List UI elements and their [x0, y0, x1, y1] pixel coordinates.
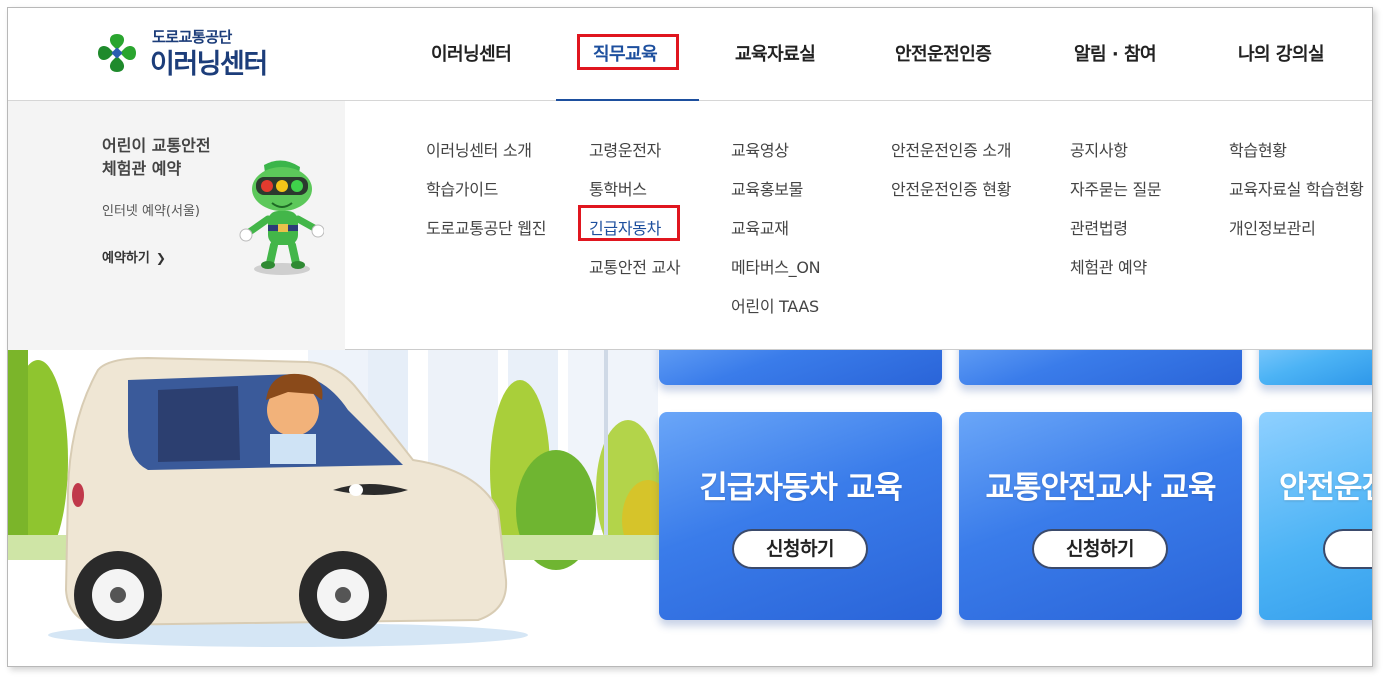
menu-item-traffic-safety-teacher[interactable]: 교통안전 교사 — [589, 254, 681, 293]
highlight-box-emergency-vehicle — [578, 205, 680, 241]
menu-item-guide[interactable]: 학습가이드 — [426, 176, 546, 215]
menu-item-video[interactable]: 교육영상 — [731, 137, 820, 176]
site-logo[interactable]: 도로교통공단 이러닝센터 — [94, 26, 294, 80]
menu-col-certification: 안전운전인증 소개 안전운전인증 현황 — [891, 137, 1011, 215]
menu-item-textbook[interactable]: 교육교재 — [731, 215, 820, 254]
card-title: 교통안전교사 교육 — [985, 470, 1217, 506]
car-illustration — [8, 350, 668, 666]
menu-item-privacy[interactable]: 개인정보관리 — [1229, 215, 1364, 254]
card-traffic-safety-teacher: 교통안전교사 교육 신청하기 — [959, 412, 1242, 620]
gnb-my-classroom[interactable]: 나의 강의실 — [1238, 40, 1325, 66]
card-top-3 — [1259, 350, 1372, 385]
apply-button[interactable]: 자 — [1323, 529, 1372, 569]
logo-site-name: 이러닝센터 — [150, 49, 268, 80]
menu-item-intro[interactable]: 이러닝센터 소개 — [426, 137, 546, 176]
apply-button[interactable]: 신청하기 — [732, 529, 868, 569]
browser-viewport: 도로교통공단 이러닝센터 이러닝센터 직무교육 교육자료실 안전운전인증 알림 … — [7, 7, 1373, 667]
traffic-light-mascot-icon — [239, 160, 324, 275]
chevron-right-icon: ❯ — [155, 251, 166, 265]
card-top-1 — [659, 350, 942, 385]
menu-item-kids-taas[interactable]: 어린이 TAAS — [731, 293, 820, 332]
menu-item-metaverse[interactable]: 메타버스_ON — [731, 254, 821, 293]
menu-item-promo-materials[interactable]: 교육홍보물 — [731, 176, 820, 215]
apply-button[interactable]: 신청하기 — [1032, 529, 1168, 569]
menu-item-cert-status[interactable]: 안전운전인증 현황 — [891, 176, 1011, 215]
gnb-safe-driving-cert[interactable]: 안전운전인증 — [895, 40, 992, 66]
menu-item-faq[interactable]: 자주묻는 질문 — [1070, 176, 1162, 215]
menu-item-laws[interactable]: 관련법령 — [1070, 215, 1161, 254]
menu-item-learning-status[interactable]: 학습현황 — [1229, 137, 1364, 176]
card-top-2 — [959, 350, 1242, 385]
card-safe-driving: 안전운전 자 — [1259, 412, 1372, 620]
menu-item-webzine[interactable]: 도로교통공단 웹진 — [426, 215, 546, 254]
reserve-link-label: 예약하기 — [102, 251, 150, 266]
gnb-education-materials[interactable]: 교육자료실 — [735, 40, 816, 66]
highlight-box-job-training — [577, 34, 679, 70]
menu-col-materials: 교육영상 교육홍보물 교육교재 메타버스_ON 어린이 TAAS — [731, 137, 821, 332]
menu-col-notice: 공지사항 자주묻는 질문 관련법령 체험관 예약 — [1070, 137, 1162, 293]
gnb-notice-participation[interactable]: 알림 · 참여 — [1074, 40, 1157, 66]
menu-item-elderly-driver[interactable]: 고령운전자 — [589, 137, 680, 176]
card-emergency-vehicle: 긴급자동차 교육 신청하기 — [659, 412, 942, 620]
promo-box: 어린이 교통안전 체험관 예약 인터넷 예약(서울) 예약하기 ❯ — [8, 101, 345, 350]
promo-title: 어린이 교통안전 체험관 예약 — [102, 136, 211, 178]
menu-col-elearning: 이러닝센터 소개 학습가이드 도로교통공단 웹진 — [426, 137, 546, 254]
hero-banner: 긴급자동차 교육 신청하기 교통안전교사 교육 신청하기 안전운전 자 — [8, 350, 1372, 666]
mega-menu-panel: 어린이 교통안전 체험관 예약 인터넷 예약(서울) 예약하기 ❯ 이러닝센터 … — [8, 101, 1372, 350]
logo-clover-icon — [98, 34, 136, 72]
site-header: 도로교통공단 이러닝센터 이러닝센터 직무교육 교육자료실 안전운전인증 알림 … — [8, 8, 1372, 101]
reserve-link[interactable]: 예약하기 ❯ — [102, 247, 166, 266]
card-title: 안전운전 — [1279, 470, 1372, 506]
gnb-elearning-center[interactable]: 이러닝센터 — [431, 40, 512, 66]
menu-item-material-learning-status[interactable]: 교육자료실 학습현황 — [1229, 176, 1364, 215]
menu-item-experience-reservation[interactable]: 체험관 예약 — [1070, 254, 1161, 293]
menu-item-notice[interactable]: 공지사항 — [1070, 137, 1161, 176]
card-title: 긴급자동차 교육 — [699, 470, 902, 506]
promo-subtitle: 인터넷 예약(서울) — [102, 204, 200, 219]
menu-item-cert-intro[interactable]: 안전운전인증 소개 — [891, 137, 1011, 176]
menu-col-my-classroom: 학습현황 교육자료실 학습현황 개인정보관리 — [1229, 137, 1364, 254]
